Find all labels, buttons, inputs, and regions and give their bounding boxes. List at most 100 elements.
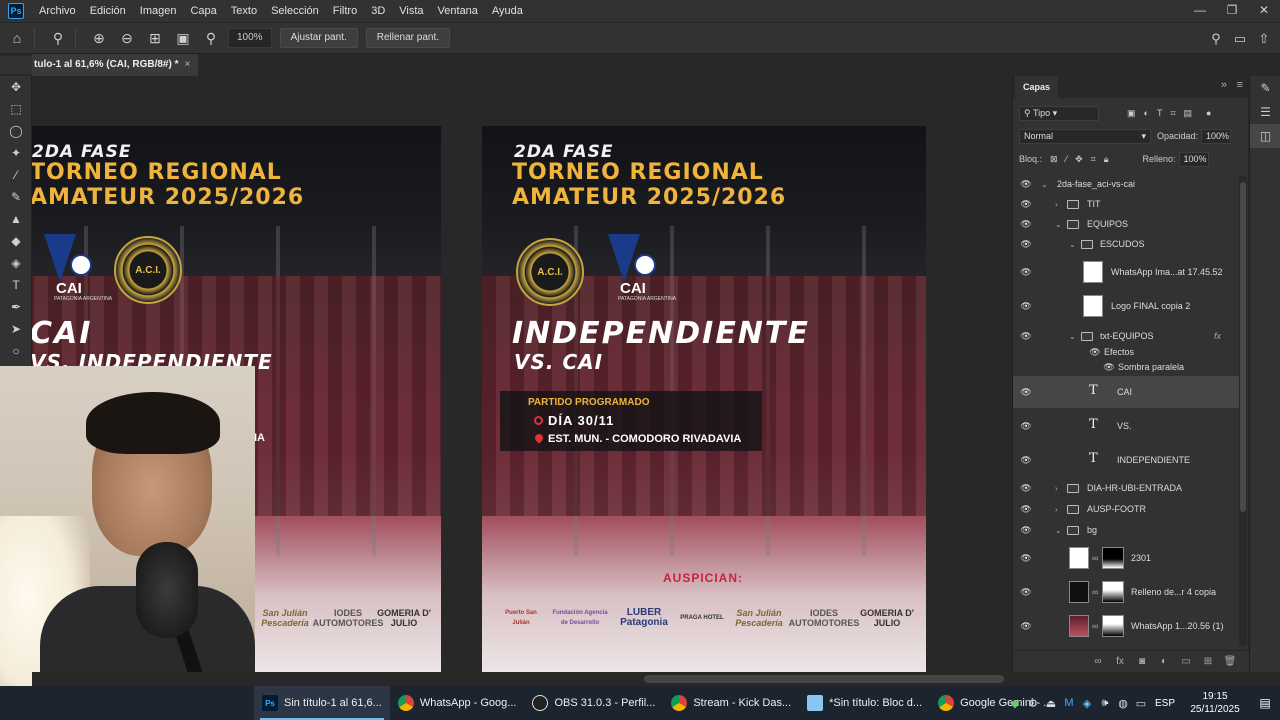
eyedropper-tool-icon[interactable]: ⁄	[0, 164, 32, 186]
close-window-icon[interactable]: ✕	[1248, 0, 1280, 22]
path-selection-tool-icon[interactable]: ➤	[0, 318, 32, 340]
panel-menu-icon[interactable]: ≡	[1237, 79, 1243, 91]
tray-app3-icon[interactable]: ◈	[1078, 697, 1096, 710]
tray-app-icon[interactable]: ◆	[1006, 697, 1024, 710]
lock-pixels-icon[interactable]: ⊠	[1050, 154, 1058, 165]
scrollbar-thumb[interactable]	[1240, 182, 1246, 512]
layer-row[interactable]: 👁︎ ⌄ ESCUDOS	[1013, 234, 1239, 254]
taskbar-item-kick[interactable]: Stream - Kick Das...	[663, 686, 799, 720]
filter-text-icon[interactable]: T	[1157, 108, 1163, 118]
filter-pixel-icon[interactable]: ▣	[1127, 108, 1136, 119]
visibility-eye-icon[interactable]: 👁︎	[1020, 301, 1032, 312]
stamp-tool-icon[interactable]: ▲	[0, 208, 32, 230]
paint-bucket-tool-icon[interactable]: ◈	[0, 252, 32, 274]
filter-smart-icon[interactable]: ▤	[1184, 108, 1193, 119]
battery-icon[interactable]: ▭	[1132, 697, 1150, 710]
visibility-eye-icon[interactable]: 👁︎	[1020, 331, 1032, 342]
marquee-tool-icon[interactable]: ⬚	[0, 98, 32, 120]
visibility-eye-icon[interactable]: 👁︎	[1020, 455, 1032, 466]
brush-settings-icon[interactable]: ✎	[1250, 76, 1280, 100]
zoom-in-icon[interactable]: ⊕	[88, 27, 110, 49]
collapse-panel-icon[interactable]: »	[1221, 79, 1227, 91]
pen-tool-icon[interactable]: ✒	[0, 296, 32, 318]
tray-security-icon[interactable]: ⚙	[1024, 697, 1042, 710]
chevron-right-icon[interactable]: ›	[1055, 505, 1058, 514]
properties-icon[interactable]: ☰	[1250, 100, 1280, 124]
brush-tool-icon[interactable]: ✎	[0, 186, 32, 208]
volume-icon[interactable]: 🕪︎	[1096, 697, 1114, 710]
home-icon[interactable]: ⌂	[6, 27, 28, 49]
menu-ventana[interactable]: Ventana	[431, 0, 485, 22]
filter-toggle-icon[interactable]: ●	[1206, 108, 1211, 118]
chevron-right-icon[interactable]: ›	[1055, 484, 1058, 493]
chevron-right-icon[interactable]: ›	[1055, 200, 1058, 209]
layer-row[interactable]: 👁︎ ⌄ 2da-fase_aci-vs-cai	[1013, 174, 1239, 194]
artboard-main[interactable]: 2DA FASE TORNEO REGIONAL AMATEUR 2025/20…	[482, 126, 926, 672]
eraser-tool-icon[interactable]: ◆	[0, 230, 32, 252]
layer-row-selected[interactable]: 👁︎ T CAI	[1013, 376, 1239, 408]
add-mask-icon[interactable]: ◙	[1131, 656, 1153, 667]
menu-imagen[interactable]: Imagen	[133, 0, 184, 22]
layers-panel-icon[interactable]: ◫	[1250, 124, 1280, 148]
workspace-icon[interactable]: ▭	[1228, 28, 1252, 50]
resize-windows-icon[interactable]: ⊞	[144, 27, 166, 49]
layer-filter-select[interactable]: ⚲ Tipo ▾	[1019, 105, 1099, 121]
tray-app2-icon[interactable]: M	[1060, 697, 1078, 709]
filter-adjust-icon[interactable]: ◐	[1144, 108, 1149, 118]
layer-row[interactable]: 👁︎ › TIT	[1013, 194, 1239, 214]
fit-screen-button[interactable]: Ajustar pant.	[279, 28, 358, 48]
taskbar-item-photoshop[interactable]: Ps Sin título-1 al 61,6...	[254, 686, 390, 720]
lock-all-icon[interactable]: 🔒︎	[1104, 154, 1109, 165]
ellipse-tool-icon[interactable]: ○	[0, 340, 32, 362]
move-tool-icon[interactable]: ✥	[0, 76, 32, 98]
layer-row[interactable]: 👁︎ Logo FINAL copia 2	[1013, 290, 1239, 322]
visibility-eye-icon[interactable]: 👁︎	[1020, 525, 1032, 536]
chevron-down-icon[interactable]: ⌄	[1041, 180, 1048, 189]
layer-effect-row[interactable]: 👁︎ Sombra paralela	[1013, 359, 1239, 375]
scrollbar-thumb[interactable]	[644, 675, 1004, 683]
layer-mask-thumbnail[interactable]	[1102, 547, 1124, 569]
layer-row[interactable]: 👁︎ › AUSP-FOOTR	[1013, 499, 1239, 519]
menu-archivo[interactable]: Archivo	[32, 0, 83, 22]
layer-row[interactable]: 👁︎ › DIA-HR-UBI-ENTRADA	[1013, 478, 1239, 498]
new-layer-icon[interactable]: ⊞	[1197, 656, 1219, 667]
layer-row[interactable]: 👁︎ ⌄ EQUIPOS	[1013, 214, 1239, 234]
layer-row[interactable]: 👁︎ T VS.	[1013, 410, 1239, 442]
adjustment-layer-icon[interactable]: ◐	[1153, 656, 1175, 667]
layer-effects-row[interactable]: 👁︎ Efectos	[1013, 344, 1239, 360]
visibility-eye-icon[interactable]: 👁︎	[1020, 483, 1032, 494]
notifications-icon[interactable]: ▤	[1250, 696, 1280, 710]
visibility-eye-icon[interactable]: 👁︎	[1089, 347, 1101, 358]
layer-row[interactable]: 👁︎ ∞ Relleno de...r 4 copia	[1013, 576, 1239, 608]
opacity-field[interactable]: 100%	[1201, 128, 1232, 144]
photoshop-logo[interactable]: Ps	[8, 3, 24, 19]
visibility-eye-icon[interactable]: 👁︎	[1020, 621, 1032, 632]
share-icon[interactable]: ⇧	[1252, 28, 1276, 50]
menu-3d[interactable]: 3D	[364, 0, 392, 22]
menu-seleccion[interactable]: Selección	[264, 0, 326, 22]
zoom-out-icon[interactable]: ⊖	[116, 27, 138, 49]
taskbar-item-whatsapp[interactable]: WhatsApp - Goog...	[390, 686, 525, 720]
menu-ayuda[interactable]: Ayuda	[485, 0, 530, 22]
visibility-eye-icon[interactable]: 👁︎	[1020, 219, 1032, 230]
visibility-eye-icon[interactable]: 👁︎	[1020, 421, 1032, 432]
lock-artboard-icon[interactable]: ⌗	[1091, 154, 1096, 165]
lasso-tool-icon[interactable]: ◯	[0, 120, 32, 142]
document-tab[interactable]: tulo-1 al 61,6% (CAI, RGB/8#) * ×	[32, 54, 199, 76]
layers-scrollbar[interactable]	[1239, 176, 1247, 646]
horizontal-scrollbar[interactable]	[32, 672, 1012, 686]
taskbar-item-obs[interactable]: OBS 31.0.3 - Perfil...	[524, 686, 663, 720]
menu-vista[interactable]: Vista	[392, 0, 430, 22]
layer-row[interactable]: 👁︎ ∞ 2301	[1013, 542, 1239, 574]
language-indicator[interactable]: ESP	[1150, 698, 1180, 709]
menu-edicion[interactable]: Edición	[83, 0, 133, 22]
close-tab-icon[interactable]: ×	[184, 54, 190, 76]
layer-row[interactable]: 👁︎ WhatsApp Ima...at 17.45.52	[1013, 256, 1239, 288]
chevron-down-icon[interactable]: ⌄	[1069, 332, 1076, 341]
usb-icon[interactable]: ⏏	[1042, 697, 1060, 710]
visibility-eye-icon[interactable]: 👁︎	[1020, 267, 1032, 278]
layer-mask-thumbnail[interactable]	[1102, 581, 1124, 603]
chevron-down-icon[interactable]: ⌄	[1055, 220, 1062, 229]
fill-screen-button[interactable]: Rellenar pant.	[365, 28, 450, 48]
toolbar-grip[interactable]	[0, 56, 32, 74]
